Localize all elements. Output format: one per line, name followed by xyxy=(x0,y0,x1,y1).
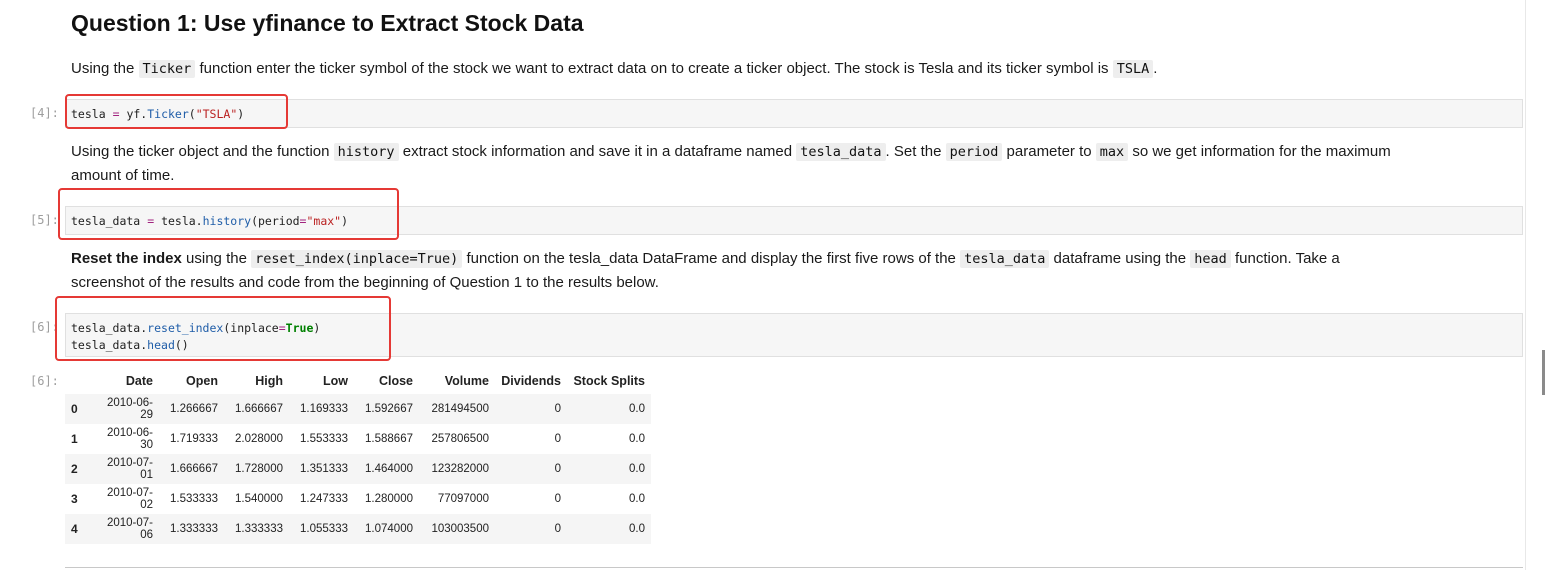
column-header-low: Low xyxy=(323,374,348,388)
cell-4-prompt: [4]: xyxy=(30,106,59,120)
table-row: 3 2010-07-02 1.533333 1.540000 1.247333 … xyxy=(71,487,645,511)
column-header-index xyxy=(65,368,91,394)
instruction-paragraph-2: Using the ticker object and the function… xyxy=(71,143,1391,184)
column-header-stock-splits: Stock Splits xyxy=(573,374,645,388)
code-reset-index: reset_index(inplace=True) xyxy=(251,250,463,268)
code-max: max xyxy=(1095,143,1129,161)
code-tesla-data-2: tesla_data xyxy=(960,250,1050,268)
cell-5-prompt: [5]: xyxy=(30,213,59,227)
code-tsla: TSLA xyxy=(1112,60,1154,78)
column-header-close: Close xyxy=(378,374,413,388)
cell-divider xyxy=(65,567,1523,568)
output-6-prompt: [6]: xyxy=(30,374,59,388)
code-tesla-data: tesla_data xyxy=(796,143,886,161)
notebook-right-edge xyxy=(1525,0,1526,570)
column-header-open: Open xyxy=(186,374,218,388)
code-history: history xyxy=(333,143,399,161)
code-head: head xyxy=(1190,250,1231,268)
instruction-paragraph-3: Reset the index using the reset_index(in… xyxy=(71,250,1340,291)
table-row: 0 2010-06-29 1.266667 1.666667 1.169333 … xyxy=(65,394,651,424)
code-period: period xyxy=(945,143,1003,161)
question-heading: Question 1: Use yfinance to Extract Stoc… xyxy=(71,10,584,36)
column-header-date: Date xyxy=(125,374,153,388)
instruction-paragraph-1: Using the Ticker function enter the tick… xyxy=(71,60,1158,78)
column-header-volume: Volume xyxy=(444,374,489,388)
cell-4-highlight-box xyxy=(65,94,288,129)
column-header-dividends: Dividends xyxy=(501,374,561,388)
cell-5-highlight-box xyxy=(58,188,399,240)
dataframe-output-table: Date Open High Low Close Volume Dividend… xyxy=(65,368,651,544)
code-ticker: Ticker xyxy=(138,60,196,78)
table-header-row: Date Open High Low Close Volume Dividend… xyxy=(65,368,651,394)
table-row: 1 2010-06-30 1.719333 2.028000 1.553333 … xyxy=(71,427,645,451)
table-row: 2 2010-07-01 1.666667 1.728000 1.351333 … xyxy=(65,454,651,484)
table-row: 4 2010-07-06 1.333333 1.333333 1.055333 … xyxy=(65,514,651,544)
column-header-high: High xyxy=(255,374,283,388)
cell-6-highlight-box xyxy=(55,296,391,361)
